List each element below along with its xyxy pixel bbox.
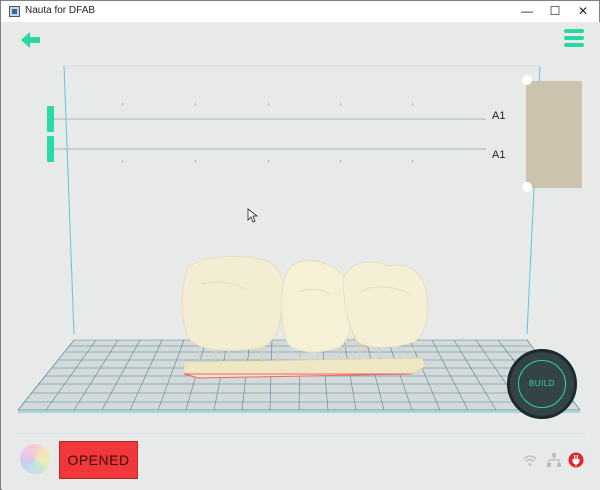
maximize-button[interactable]: ☐: [541, 1, 569, 22]
arrow-left-icon: [21, 32, 40, 48]
shade-panel[interactable]: [526, 81, 582, 188]
close-button[interactable]: ✕: [569, 1, 597, 22]
shade-panel-handle-top[interactable]: [522, 75, 532, 85]
app-window: Nauta for DFAB — ☐ ✕ A1 A1 BUILD OPENED: [0, 0, 600, 490]
window-title: Nauta for DFAB: [25, 5, 96, 16]
hamburger-menu-icon[interactable]: [564, 29, 584, 49]
power-plug-icon[interactable]: [568, 452, 584, 468]
build-button[interactable]: BUILD: [507, 349, 577, 419]
shade-panel-handle-bottom[interactable]: [522, 182, 532, 192]
build-viewport[interactable]: A1 A1 BUILD OPENED: [2, 22, 600, 490]
title-bar: Nauta for DFAB — ☐ ✕: [1, 1, 599, 22]
wifi-icon: [523, 455, 537, 466]
minimize-button[interactable]: —: [513, 1, 541, 22]
layer-label-1: A1: [492, 110, 506, 122]
scene-3d: [16, 65, 586, 435]
layer-handle-2[interactable]: [47, 136, 54, 162]
layer-handle-1[interactable]: [47, 106, 54, 132]
network-icon: [547, 453, 561, 467]
status-opened-button[interactable]: OPENED: [59, 441, 138, 479]
color-wheel-icon[interactable]: [20, 444, 50, 474]
build-button-label: BUILD: [528, 379, 556, 388]
layer-label-2: A1: [492, 149, 506, 161]
back-button[interactable]: [20, 30, 42, 50]
mouse-cursor: [247, 208, 259, 223]
layer-ticks: [122, 103, 413, 163]
app-icon: [9, 6, 20, 17]
frame-edge-left: [63, 65, 75, 335]
